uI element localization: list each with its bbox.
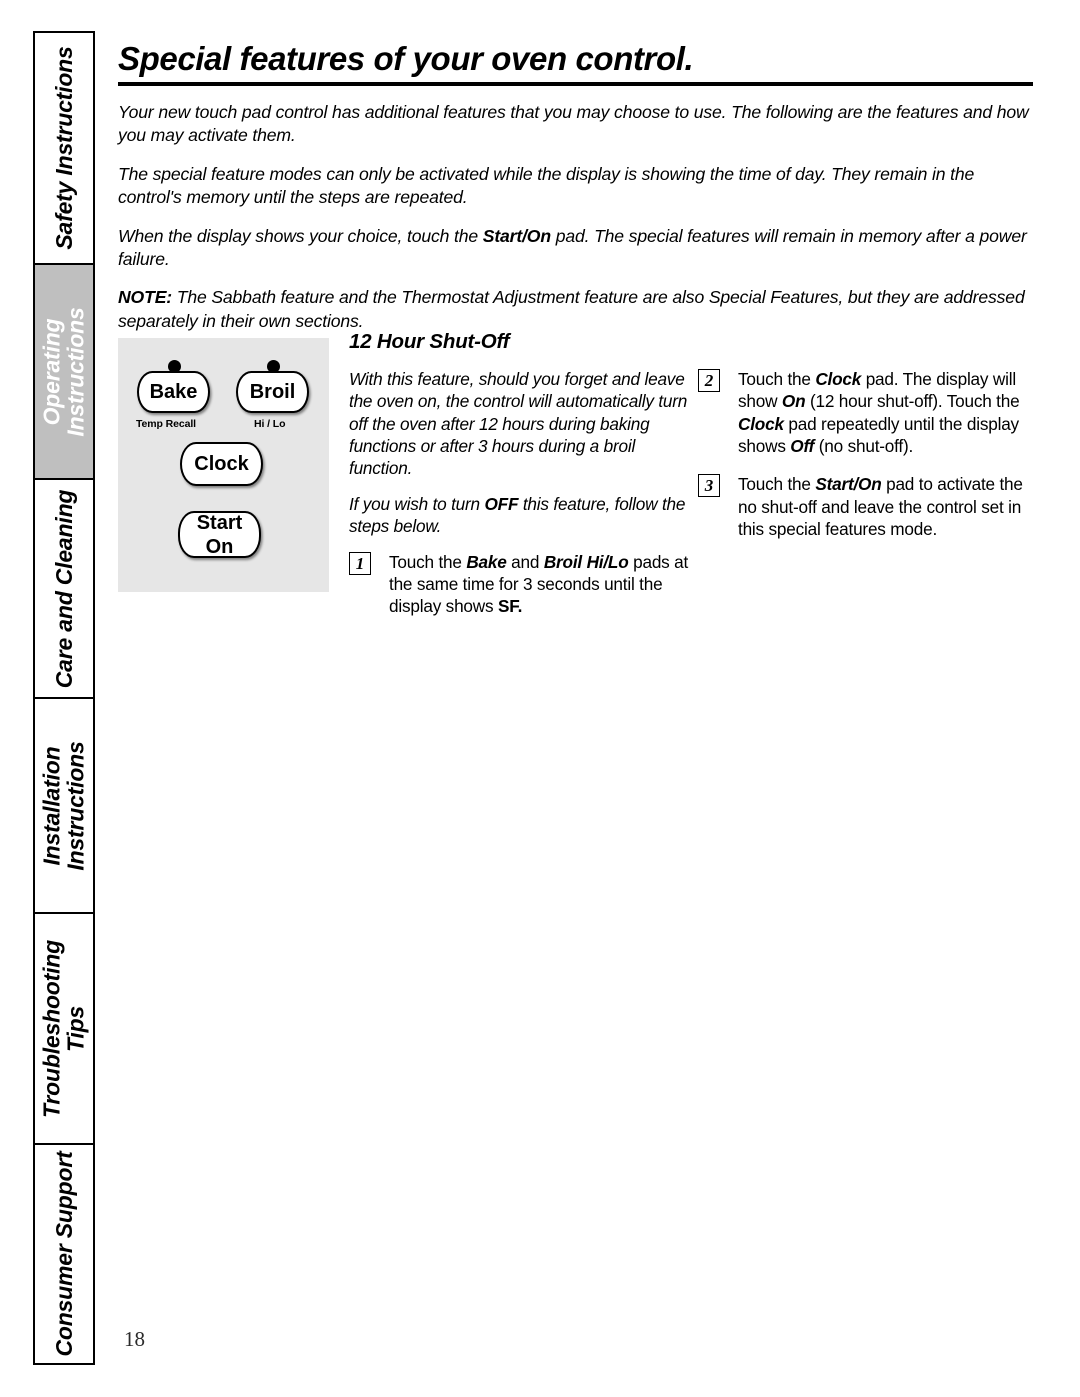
sidebar-tab-consumer-support[interactable]: Consumer Support	[33, 1143, 95, 1365]
step-2-number: 2	[698, 369, 720, 392]
step-1-t2: and	[506, 551, 544, 572]
sidebar-tab-label: Operating Instructions	[38, 306, 89, 437]
step-3: 3 Touch the Start/On pad to activate the…	[698, 473, 1033, 540]
broil-pad[interactable]: Broil	[236, 371, 309, 413]
sidebar-tab-operating-instructions[interactable]: Operating Instructions	[33, 263, 95, 478]
broil-pad-label: Broil	[249, 380, 296, 403]
sidebar-tab-safety-instructions[interactable]: Safety Instructions	[33, 31, 95, 263]
step-3-text: Touch the Start/On pad to activate the n…	[738, 473, 1033, 540]
step-1-number: 1	[349, 551, 371, 575]
sidebar-tab-care-and-cleaning[interactable]: Care and Cleaning	[33, 478, 95, 697]
section-tab-strip: Safety Instructions Operating Instructio…	[33, 31, 95, 1365]
start-on-pad[interactable]: Start On	[178, 511, 261, 558]
step-1-bake-reference: Bake	[466, 551, 507, 572]
step-1-text: Touch the Bake and Broil Hi/Lo pads at t…	[389, 551, 691, 618]
note-text: The Sabbath feature and the Thermostat A…	[118, 287, 1025, 331]
intro-paragraph-3: When the display shows your choice, touc…	[118, 225, 1033, 272]
intro-note: NOTE: The Sabbath feature and the Thermo…	[118, 286, 1033, 333]
bake-pad[interactable]: Bake	[137, 371, 210, 413]
step-2-t3: (12 hour shut-off). Touch the	[805, 391, 1020, 412]
broil-pad-sublabel: Hi / Lo	[254, 418, 286, 430]
sidebar-tab-installation-instructions[interactable]: Installation Instructions	[33, 697, 95, 912]
page-content: Special features of your oven control. Y…	[118, 40, 1033, 333]
step-2-text: Touch the Clock pad. The display will sh…	[738, 368, 1033, 457]
start-on-pad-label-bottom: On	[205, 536, 234, 558]
sidebar-tab-label: Troubleshooting Tips	[38, 939, 89, 1118]
intro-paragraph-1: Your new touch pad control has additiona…	[118, 101, 1029, 146]
start-on-pad-label-top: Start	[196, 512, 243, 534]
step-2-clock-reference-2: Clock	[738, 413, 784, 434]
step-2: 2 Touch the Clock pad. The display will …	[698, 368, 1033, 457]
clock-pad[interactable]: Clock	[180, 442, 263, 486]
sidebar-tab-label: Consumer Support	[50, 1151, 77, 1357]
feature-body-2-part-a: If you wish to turn	[349, 493, 485, 514]
feature-heading: 12 Hour Shut-Off	[349, 330, 510, 353]
step-3-start-on-reference: Start/On	[815, 474, 882, 495]
sidebar-tab-label: Installation Instructions	[38, 740, 89, 871]
step-2-on-value: On	[781, 391, 806, 412]
sidebar-tab-troubleshooting-tips[interactable]: Troubleshooting Tips	[33, 912, 95, 1143]
feature-body-2: If you wish to turn OFF this feature, fo…	[349, 493, 691, 538]
clock-pad-label: Clock	[194, 452, 249, 475]
step-2-t1: Touch the	[738, 369, 816, 389]
note-label: NOTE:	[118, 287, 172, 308]
step-1-t1: Touch the	[389, 551, 467, 572]
step-1-broil-hi-lo-reference: Broil Hi/Lo	[543, 551, 629, 572]
step-2-clock-reference: Clock	[815, 369, 862, 389]
step-2-off-value: Off	[790, 436, 815, 457]
sidebar-tab-label: Care and Cleaning	[50, 489, 77, 688]
feature-column-left: 12 Hour Shut-Off With this feature, shou…	[349, 330, 691, 618]
feature-body-1: With this feature, should you forget and…	[349, 369, 688, 479]
step-3-number: 3	[698, 474, 720, 498]
step-3-t1: Touch the	[738, 474, 816, 495]
intro-paragraph-2: The special feature modes can only be ac…	[118, 163, 975, 208]
step-1-sf-code: SF.	[497, 596, 523, 617]
bake-pad-label: Bake	[149, 380, 198, 403]
feature-column-right: 2 Touch the Clock pad. The display will …	[698, 368, 1033, 541]
start-on-pad-reference: Start/On	[482, 225, 551, 246]
sidebar-tab-label: Safety Instructions	[50, 46, 77, 250]
step-1: 1 Touch the Bake and Broil Hi/Lo pads at…	[349, 551, 691, 618]
step-2-t5: (no shut-off).	[814, 436, 914, 457]
page-title: Special features of your oven control.	[118, 40, 694, 77]
oven-control-panel-illustration: Bake Temp Recall Broil Hi / Lo Clock Sta…	[118, 338, 329, 592]
off-keyword: OFF	[484, 493, 519, 514]
intro-p3-part-a: When the display shows your choice, touc…	[118, 225, 483, 246]
title-divider	[118, 81, 1033, 86]
page-number: 18	[124, 1327, 145, 1351]
bake-pad-sublabel: Temp Recall	[136, 418, 196, 430]
